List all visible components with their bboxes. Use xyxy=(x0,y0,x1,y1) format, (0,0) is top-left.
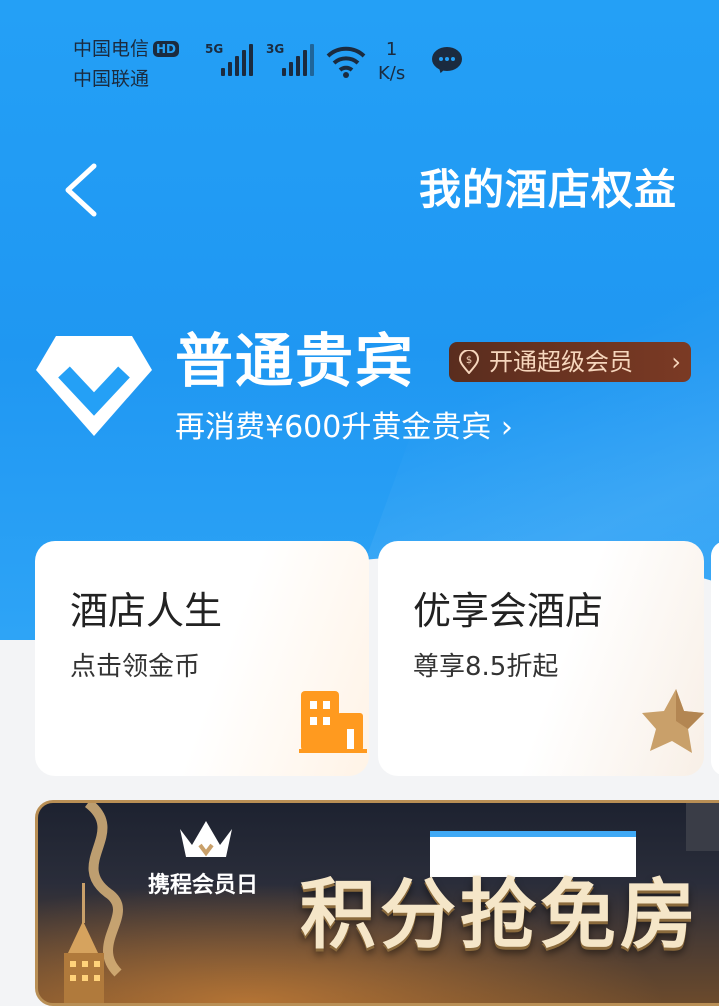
page-title: 我的酒店权益 xyxy=(418,165,677,214)
card-title: 酒店人生 xyxy=(70,589,223,633)
upgrade-progress-text: 再消费¥600升黄金贵宾 xyxy=(175,410,492,445)
network-type-2: 3G xyxy=(266,42,285,56)
banner-corner xyxy=(686,803,719,851)
chevron-right-icon: › xyxy=(500,410,513,445)
promo-banner[interactable]: 携程会员日 积分抢免房 xyxy=(35,800,719,1006)
speed-value: 1 xyxy=(385,39,398,60)
upgrade-super-member-button[interactable]: $ 开通超级会员 › xyxy=(449,342,691,382)
building-icon xyxy=(299,691,367,753)
carrier-1: 中国电信 xyxy=(73,38,150,60)
chevron-right-icon: › xyxy=(671,348,681,376)
speed-unit: K/s xyxy=(378,63,406,84)
vip-logo-icon xyxy=(36,336,152,436)
network-type-1: 5G xyxy=(205,42,224,56)
svg-text:$: $ xyxy=(466,355,472,366)
card-subtitle: 尊享8.5折起 xyxy=(413,652,559,682)
crown-icon xyxy=(180,821,232,857)
upgrade-progress-link[interactable]: 再消费¥600升黄金贵宾 › xyxy=(175,404,513,452)
card-preferred-hotels[interactable]: 优享会酒店 尊享8.5折起 xyxy=(378,541,704,776)
wifi-icon xyxy=(326,46,366,78)
carrier-2: 中国联通 xyxy=(73,68,150,90)
carrier-info: 中国电信 HD 中国联通 xyxy=(73,34,180,94)
message-icon xyxy=(432,47,462,71)
coin-pin-icon: $ xyxy=(458,350,480,374)
upgrade-label: 开通超级会员 xyxy=(489,348,633,376)
hd-badge: HD xyxy=(153,41,180,57)
card-subtitle: 点击领金币 xyxy=(70,652,201,682)
membership-level: 普通贵宾 xyxy=(175,327,416,395)
network-speed: 1 K/s xyxy=(378,38,405,86)
card-hotel-life[interactable]: 酒店人生 点击领金币 xyxy=(35,541,369,776)
member-day-label: 携程会员日 xyxy=(148,873,259,898)
star-icon xyxy=(642,689,704,753)
status-bar: 中国电信 HD 中国联通 5G 3G 1 K/s xyxy=(0,0,719,110)
card-partial[interactable] xyxy=(711,541,719,776)
city-tower-decoration xyxy=(64,883,104,1003)
card-title: 优享会酒店 xyxy=(413,589,604,633)
back-icon[interactable] xyxy=(56,160,106,220)
banner-headline: 积分抢免房 xyxy=(300,870,700,959)
